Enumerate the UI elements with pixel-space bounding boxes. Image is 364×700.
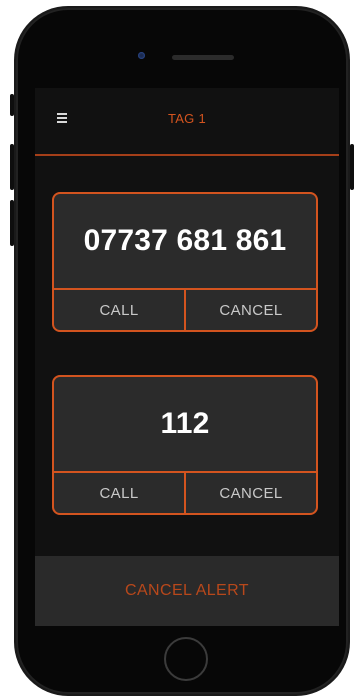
call-button[interactable]: CALL xyxy=(54,473,184,513)
app-screen: TAG 1 07737 681 861 CALL CANCEL 112 CALL… xyxy=(35,88,339,626)
power-button xyxy=(350,144,354,190)
home-button[interactable] xyxy=(164,637,208,681)
mute-switch xyxy=(10,94,14,116)
contact-card-1: 07737 681 861 CALL CANCEL xyxy=(52,192,318,332)
app-header: TAG 1 xyxy=(35,88,339,156)
cancel-button[interactable]: CANCEL xyxy=(184,473,316,513)
contact-card-2: 112 CALL CANCEL xyxy=(52,375,318,515)
card-actions: CALL CANCEL xyxy=(54,471,316,513)
page-title: TAG 1 xyxy=(167,111,207,126)
card-actions: CALL CANCEL xyxy=(54,288,316,330)
phone-number: 112 xyxy=(160,407,210,440)
cancel-alert-button[interactable]: CANCEL ALERT xyxy=(35,556,339,626)
volume-up-button xyxy=(10,144,14,190)
earpiece-speaker xyxy=(172,55,234,60)
phone-number: 07737 681 861 xyxy=(83,224,287,257)
header-divider xyxy=(35,154,339,156)
volume-down-button xyxy=(10,200,14,246)
cancel-button[interactable]: CANCEL xyxy=(184,290,316,330)
call-button[interactable]: CALL xyxy=(54,290,184,330)
front-camera xyxy=(138,52,145,59)
